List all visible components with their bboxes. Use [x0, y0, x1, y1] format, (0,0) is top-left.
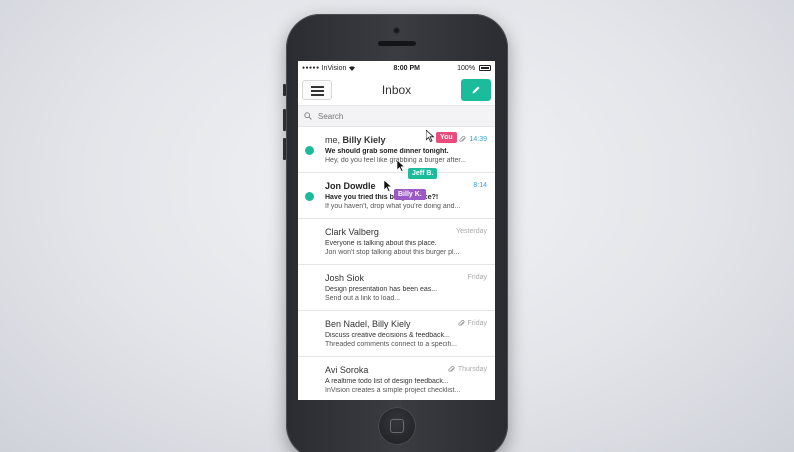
email-meta: Friday — [468, 274, 487, 281]
email-time: 8:14 — [473, 182, 487, 189]
pencil-icon — [472, 86, 480, 94]
email-meta: Thursday — [448, 366, 487, 373]
paperclip-icon — [457, 320, 465, 326]
email-subject: Everyone is talking about this place. — [325, 240, 437, 247]
status-right: 100% — [457, 65, 491, 72]
email-preview: Send out a link to load... — [325, 295, 401, 302]
email-time: Thursday — [457, 366, 487, 373]
volume-down-button — [283, 138, 286, 160]
cursor-icon — [397, 160, 406, 172]
sender-name: Billy Kiely — [342, 135, 386, 145]
email-subject: We should grab some dinner tonight. — [325, 148, 449, 155]
status-left: ●●●●● InVision — [302, 65, 356, 72]
email-time: Friday — [467, 320, 487, 327]
volume-up-button — [283, 109, 286, 131]
mute-switch — [283, 84, 286, 96]
wifi-icon — [349, 66, 356, 71]
phone-frame: ●●●●● InVision 8:00 PM 100% Inbox Search… — [283, 14, 508, 452]
email-meta: 8:14 — [473, 182, 487, 189]
paperclip-icon — [459, 136, 466, 142]
signal-icon: ●●●●● — [302, 65, 320, 71]
nav-bar: Inbox — [298, 75, 495, 106]
paperclip-icon — [448, 366, 455, 372]
cursor-icon — [426, 130, 435, 142]
battery-icon — [479, 64, 491, 71]
email-row[interactable]: Josh Siok Design presentation has been e… — [298, 265, 495, 311]
search-icon — [304, 112, 312, 120]
email-row[interactable]: Clark Valberg Everyone is talking about … — [298, 219, 495, 265]
email-preview: Jon won't stop talking about this burger… — [325, 249, 460, 256]
email-row[interactable]: Ben Nadel, Billy Kiely Discuss creative … — [298, 311, 495, 357]
home-square-icon — [390, 419, 404, 433]
email-time: Friday — [467, 274, 487, 281]
email-preview: Hey, do you feel like grabbing a burger … — [325, 157, 467, 164]
collaborator-tag-jeff: Jeff B. — [408, 168, 438, 179]
email-meta: Friday — [457, 320, 487, 327]
email-row[interactable]: Avi Soroka A realtime todo list of desig… — [298, 357, 495, 400]
cursor-icon — [384, 180, 393, 192]
phone-screen: ●●●●● InVision 8:00 PM 100% Inbox Search… — [298, 61, 495, 400]
email-subject: Design presentation has been eas... — [325, 286, 438, 293]
unread-dot — [305, 146, 314, 155]
front-camera — [393, 27, 400, 34]
search-input[interactable] — [318, 111, 438, 121]
email-meta: 14:39 — [459, 136, 487, 143]
email-meta: Yesterday — [456, 228, 487, 235]
email-time: 14:39 — [469, 136, 487, 143]
collaborator-tag-you: You — [436, 132, 457, 143]
battery-percent: 100% — [457, 64, 476, 72]
collaborator-tag-billy: Billy K. — [394, 189, 426, 200]
email-sender: Josh Siok — [325, 273, 365, 283]
email-preview: Threaded comments connect to a specifi..… — [325, 341, 457, 348]
email-subject: A realtime todo list of design feedback.… — [325, 378, 449, 385]
unread-dot — [305, 192, 314, 201]
sender-prefix: me, — [325, 135, 343, 145]
home-button[interactable] — [378, 407, 416, 445]
earpiece-speaker — [378, 41, 416, 46]
email-time: Yesterday — [456, 228, 487, 235]
email-preview: If you haven't, drop what you're doing a… — [325, 203, 461, 210]
carrier-label: InVision — [321, 64, 347, 72]
email-subject: Discuss creative decisions & feedback... — [325, 332, 450, 339]
status-time: 8:00 PM — [393, 64, 420, 72]
email-preview: InVision creates a simple project checkl… — [325, 387, 461, 394]
compose-button[interactable] — [461, 79, 491, 101]
search-bar — [298, 106, 495, 127]
status-bar: ●●●●● InVision 8:00 PM 100% — [298, 61, 495, 75]
